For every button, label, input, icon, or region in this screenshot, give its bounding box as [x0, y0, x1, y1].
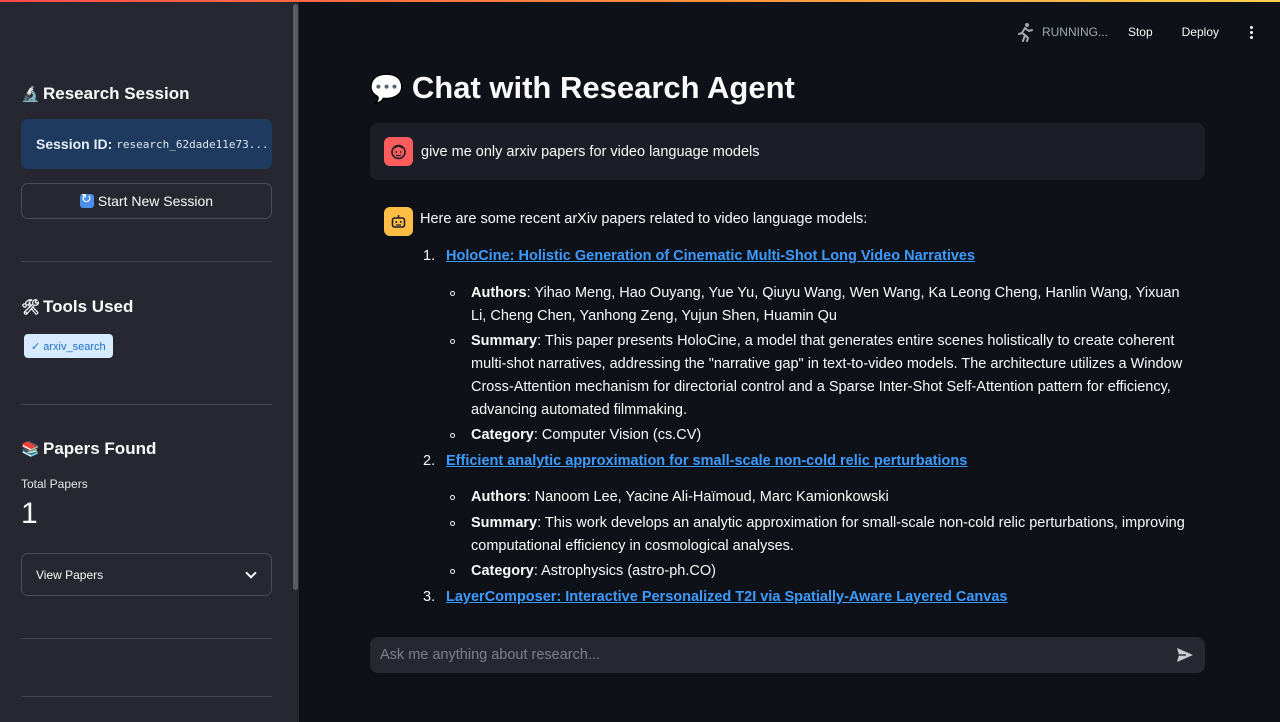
authors-value: : Yihao Meng, Hao Ouyang, Yue Yu, Qiuyu …	[471, 285, 1180, 324]
user-message-text: give me only arxiv papers for video lang…	[421, 143, 760, 160]
research-session-title: Research Session	[43, 84, 190, 103]
page-title-text: Chat with Research Agent	[411, 70, 795, 105]
user-avatar-icon	[384, 137, 413, 166]
assistant-avatar-icon	[384, 207, 413, 236]
authors-label: Authors	[471, 489, 527, 505]
speech-bubble-icon: 💬	[369, 72, 404, 104]
app-header: RUNNING... Stop Deploy	[1016, 20, 1254, 44]
bullet	[450, 433, 455, 438]
divider	[21, 404, 272, 405]
paper-category: Category: Computer Vision (cs.CV)	[471, 424, 1196, 447]
summary-value: : This paper presents HoloCine, a model …	[471, 333, 1183, 418]
authors-label: Authors	[471, 285, 527, 301]
papers-found-heading: 📚 Papers Found	[21, 439, 156, 459]
start-new-session-label: Start New Session	[97, 193, 214, 209]
category-value: : Astrophysics (astro-ph.CO)	[533, 563, 716, 579]
tools-used-heading: 🛠 Tools Used	[21, 297, 133, 317]
view-papers-expander[interactable]: View Papers	[21, 553, 272, 596]
bullet	[450, 339, 455, 344]
progress-decoration	[0, 0, 1280, 2]
divider	[21, 261, 272, 262]
deploy-button[interactable]: Deploy	[1182, 25, 1219, 39]
list-number: 1.	[423, 248, 436, 264]
bullet	[450, 569, 455, 574]
page-title: 💬 Chat with Research Agent	[369, 70, 795, 106]
tools-used-title: Tools Used	[43, 297, 134, 316]
divider	[21, 696, 272, 697]
tool-chip-arxiv-search: ✓ arxiv_search	[24, 334, 113, 358]
paper-authors: Authors: Yihao Meng, Hao Ouyang, Yue Yu,…	[471, 282, 1196, 328]
sidebar-scrollbar[interactable]	[293, 4, 298, 590]
refresh-icon	[79, 191, 94, 208]
bullet	[450, 291, 455, 296]
total-papers-label: Total Papers	[21, 477, 88, 491]
paper-link[interactable]: Efficient analytic approximation for sma…	[446, 453, 967, 469]
microscope-icon: 🔬	[21, 86, 40, 103]
session-id-value: research_62dade11e73...	[116, 137, 269, 151]
send-icon[interactable]	[1175, 645, 1195, 665]
paper-authors: Authors: Nanoom Lee, Yacine Ali-Haïmoud,…	[471, 486, 1196, 509]
category-value: : Computer Vision (cs.CV)	[533, 427, 702, 443]
running-status: RUNNING...	[1016, 22, 1108, 42]
summary-label: Summary	[471, 515, 538, 531]
tools-icon: 🛠	[21, 299, 41, 316]
category-label: Category	[471, 563, 534, 579]
paper-category: Category: Astrophysics (astro-ph.CO)	[471, 560, 1196, 583]
paper-link[interactable]: HoloCine: Holistic Generation of Cinemat…	[446, 248, 975, 264]
chat-input-bar	[370, 637, 1205, 673]
paper-summary: Summary: This paper presents HoloCine, a…	[471, 330, 1196, 422]
bullet	[450, 521, 455, 526]
running-label: RUNNING...	[1041, 25, 1108, 39]
research-session-heading: 🔬 Research Session	[21, 84, 189, 104]
user-message: give me only arxiv papers for video lang…	[370, 123, 1205, 180]
chat-input[interactable]	[380, 647, 1175, 663]
chevron-down-icon	[245, 566, 257, 579]
sidebar: 🔬 Research Session Session ID: research_…	[0, 0, 299, 722]
divider	[21, 638, 272, 639]
paper-summary: Summary: This work develops an analytic …	[471, 512, 1196, 558]
session-id-label: Session ID:	[36, 136, 113, 152]
stop-button[interactable]: Stop	[1128, 25, 1153, 39]
authors-value: : Nanoom Lee, Yacine Ali-Haïmoud, Marc K…	[526, 489, 889, 505]
assistant-intro-text: Here are some recent arXiv papers relate…	[420, 211, 868, 227]
view-papers-label: View Papers	[36, 567, 104, 582]
session-id-box: Session ID: research_62dade11e73...	[21, 119, 272, 169]
books-icon: 📚	[21, 441, 40, 458]
bullet	[450, 495, 455, 500]
start-new-session-button[interactable]: Start New Session	[21, 183, 272, 219]
category-label: Category	[471, 427, 534, 443]
list-number: 3.	[423, 589, 436, 605]
summary-value: : This work develops an analytic approxi…	[471, 515, 1185, 554]
list-number: 2.	[423, 453, 436, 469]
main-menu-icon[interactable]	[1248, 25, 1254, 39]
papers-found-title: Papers Found	[43, 439, 157, 458]
paper-link[interactable]: LayerComposer: Interactive Personalized …	[446, 589, 1007, 605]
running-person-icon	[1017, 23, 1033, 42]
total-papers-value: 1	[21, 497, 38, 530]
summary-label: Summary	[471, 333, 538, 349]
